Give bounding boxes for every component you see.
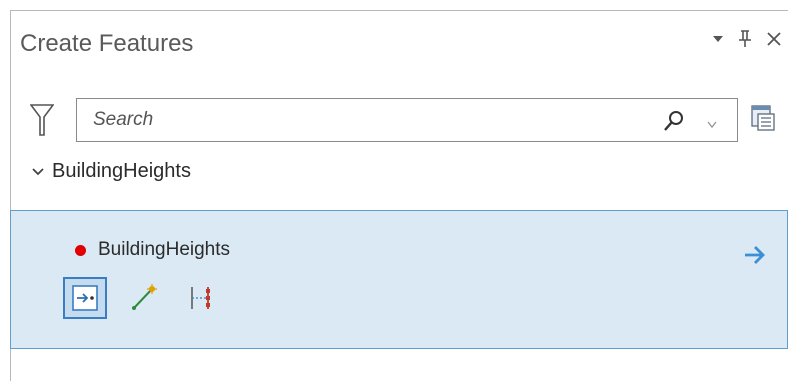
filter-icon[interactable] bbox=[29, 103, 55, 142]
close-icon[interactable] bbox=[766, 31, 782, 47]
template-tools bbox=[63, 277, 223, 319]
chevron-down-icon bbox=[32, 167, 44, 175]
point-tool-icon bbox=[72, 285, 98, 311]
group-name: BuildingHeights bbox=[52, 160, 191, 182]
points-along-line-icon bbox=[191, 287, 210, 309]
point-symbol-icon bbox=[75, 244, 86, 256]
feature-template-item[interactable]: BuildingHeights bbox=[10, 210, 788, 349]
points-along-line-tool-button[interactable] bbox=[179, 277, 223, 319]
template-name: BuildingHeights bbox=[98, 239, 231, 260]
template-row: BuildingHeights bbox=[75, 239, 230, 261]
group-header[interactable]: BuildingHeights bbox=[32, 160, 191, 183]
search-input[interactable] bbox=[77, 99, 637, 141]
search-icon[interactable] bbox=[663, 110, 685, 137]
pin-icon[interactable] bbox=[738, 30, 752, 48]
search-dropdown-icon[interactable] bbox=[707, 116, 717, 134]
pane-title: Create Features bbox=[20, 30, 194, 57]
pane-options-dropdown-icon[interactable] bbox=[712, 34, 724, 44]
view-options-icon[interactable] bbox=[750, 104, 776, 137]
point-at-end-of-line-tool-button[interactable] bbox=[121, 277, 165, 319]
point-at-end-of-line-icon bbox=[132, 284, 157, 310]
search-box bbox=[76, 98, 738, 142]
point-tool-button[interactable] bbox=[63, 277, 107, 319]
pane-title-controls bbox=[712, 30, 782, 48]
arrow-right-icon[interactable] bbox=[743, 244, 767, 271]
